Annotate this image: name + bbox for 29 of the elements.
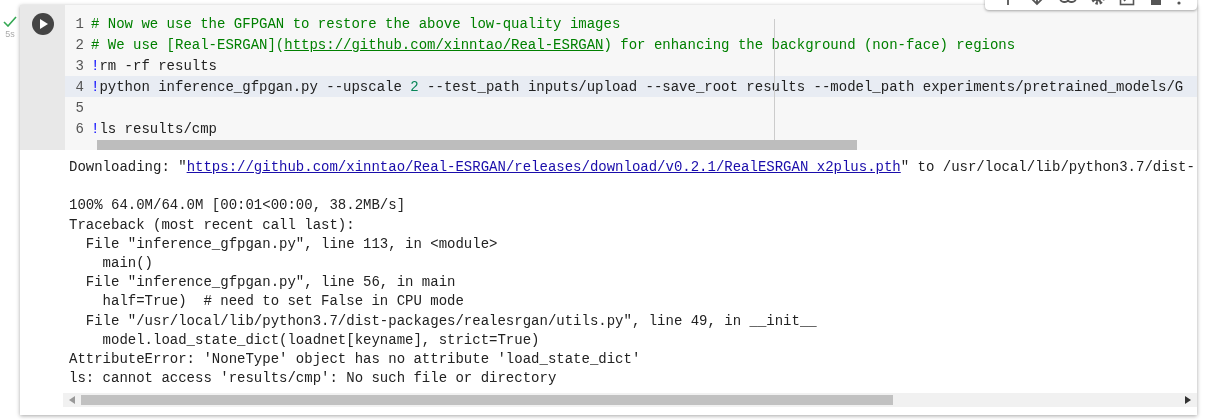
scroll-right-icon[interactable] (1185, 396, 1191, 404)
output-line: Downloading: "https://github.com/xinntao/Real-ESRGAN/releases/download/v0.2.1/RealESRGAN_x2plus.pth" to /usr/local/lib/python3.7/dist- (69, 158, 1196, 177)
output-line: main() (101, 254, 154, 273)
run-duration: 5s (5, 29, 15, 39)
output-line: File "inference_gfpgan.py", line 56, in main (84, 273, 457, 293)
code-line: # We use [Real-ESRGAN](https://github.com/xinntao/Real-ESRGAN) for enhancing the background (non-face) regions (91, 36, 1016, 53)
line-number: 6 (74, 120, 84, 137)
output-line: half=True) # need to set False in CPU mode (101, 292, 465, 312)
line-number: 5 (74, 99, 84, 116)
line-number: 3 (74, 57, 84, 74)
code-line: !python inference_gfpgan.py --upscale 2 --test_path inputs/upload --save_root results --model_path experiments/pretrained_models/G (91, 78, 1184, 95)
code-editor[interactable] (65, 5, 1197, 150)
code-line: !rm -rf results (91, 57, 218, 74)
output-line: File "/usr/local/lib/python3.7/dist-packages/realesrgan/utils.py", line 49, in __init__ (84, 311, 818, 331)
output-line: AttributeError: 'NoneType' object has no attribute 'load_state_dict' (69, 350, 642, 369)
scrollbar[interactable] (63, 393, 1197, 407)
output-line: File "inference_gfpgan.py", line 113, in <module> (84, 234, 499, 254)
code-line: !ls results/cmp (91, 120, 218, 137)
output-link[interactable]: https://github.com/xinntao/Real-ESRGAN/releases/download/v0.2.1/RealESRGAN_x2plus.pth (186, 159, 901, 175)
output-line: model.load_state_dict(loadnet[keyname], strict=True) (101, 330, 541, 350)
line-number: 2 (74, 36, 84, 53)
code-line: # Now we use the GFPGAN to restore the above low-quality images (91, 15, 621, 32)
output-line: ls: cannot access 'results/cmp': No such file or directory (69, 369, 558, 389)
run-button[interactable] (31, 13, 54, 35)
line-number: 4 (74, 78, 84, 95)
output-line: 100% 64.0M/64.0M [00:01<00:00, 38.2MB/s] (69, 196, 407, 216)
output-line: Traceback (most recent call last): (69, 215, 356, 235)
line-number: 1 (74, 15, 84, 32)
play-icon[interactable] (39, 19, 48, 29)
